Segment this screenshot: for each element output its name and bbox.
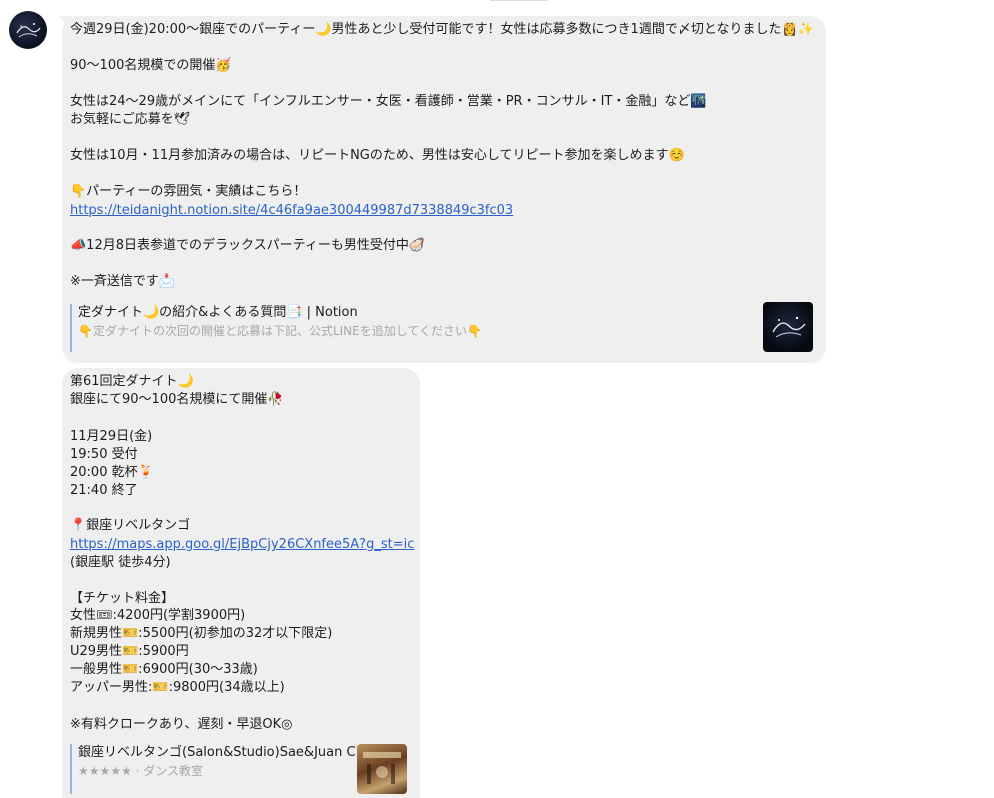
message-text: 女性は10月・11月参加済みの場合は、リピートNGのため、男性は安心してリピート… xyxy=(70,148,685,163)
link-preview-venue[interactable]: 銀座リベルタンゴ(Salon&Studio)Sae&Juan C... ★★★★… xyxy=(70,744,368,794)
avatar-logo-icon xyxy=(16,23,41,38)
message-text: 今週29日(金)20:00〜銀座でのパーティー🌙男性あと少し受付可能です！女性は… xyxy=(70,22,814,37)
link-preview-notion[interactable]: 定ダナイト🌙の紹介&よくある質問📑 | Notion 👇定ダナイトの次回の開催と… xyxy=(70,304,750,352)
message-text: 【チケット料金】 xyxy=(70,591,175,606)
message-text: 90〜100名規模での開催🥳 xyxy=(70,58,232,73)
notion-link[interactable]: https://teidanight.notion.site/4c46fa9ae… xyxy=(70,202,513,220)
message-text: ※一斉送信です📩 xyxy=(70,274,176,289)
preview-description: ★★★★★ · ダンス教室 xyxy=(78,764,203,778)
message-text: 11月29日(金) xyxy=(70,429,153,444)
preview-title: 定ダナイト🌙の紹介&よくある質問📑 | Notion xyxy=(78,305,358,320)
message-text: 一般男性🎫:6900円(30〜33歳) xyxy=(70,662,258,677)
preview-description: 👇定ダナイトの次回の開催と応募は下記、公式LINEを追加してください👇 xyxy=(78,324,482,338)
venue-photo-icon xyxy=(363,752,401,784)
message-text: 📍銀座リベルタンゴ xyxy=(70,518,191,533)
preview-thumbnail[interactable] xyxy=(763,302,813,352)
venue-thumbnail[interactable] xyxy=(357,744,407,794)
message-text: アッパー男性:🎫:9800円(34歳以上) xyxy=(70,680,285,695)
message-text: 女性🎟:4200円(学割3900円) xyxy=(70,608,246,623)
message-text: 21:40 終了 xyxy=(70,483,138,498)
map-link[interactable]: https://maps.app.goo.gl/EjBpCjy26CXnfee5… xyxy=(70,536,414,554)
top-divider xyxy=(490,0,548,1)
message-text: 新規男性🎫:5500円(初参加の32才以下限定) xyxy=(70,626,333,641)
preview-title: 銀座リベルタンゴ(Salon&Studio)Sae&Juan C... xyxy=(78,745,368,760)
logo-thumbnail-icon xyxy=(772,316,806,338)
message-text: U29男性🎫:5900円 xyxy=(70,644,189,659)
message-text: 第61回定ダナイト🌙 xyxy=(70,374,194,389)
message-text: ※有料クロークあり、遅刻・早退OK◎ xyxy=(70,717,293,732)
sender-avatar[interactable] xyxy=(9,11,47,49)
message-text: 👇パーティーの雰囲気・実績はこちら！ xyxy=(70,184,307,199)
message-text: 銀座にて90〜100名規模にて開催🥀 xyxy=(70,392,284,407)
message-text: お気軽にご応募を🕊 xyxy=(70,112,191,127)
message-text: 19:50 受付 xyxy=(70,447,138,462)
message-text: 📣12月8日表参道でのデラックスパーティーも男性受付中🦪 xyxy=(70,238,426,253)
message-text: (銀座駅 徒歩4分) xyxy=(70,555,171,570)
message-text: 女性は24〜29歳がメインにて「インフルエンサー・女医・看護師・営業・PR・コン… xyxy=(70,94,707,109)
message-text: 20:00 乾杯🍹 xyxy=(70,465,154,480)
